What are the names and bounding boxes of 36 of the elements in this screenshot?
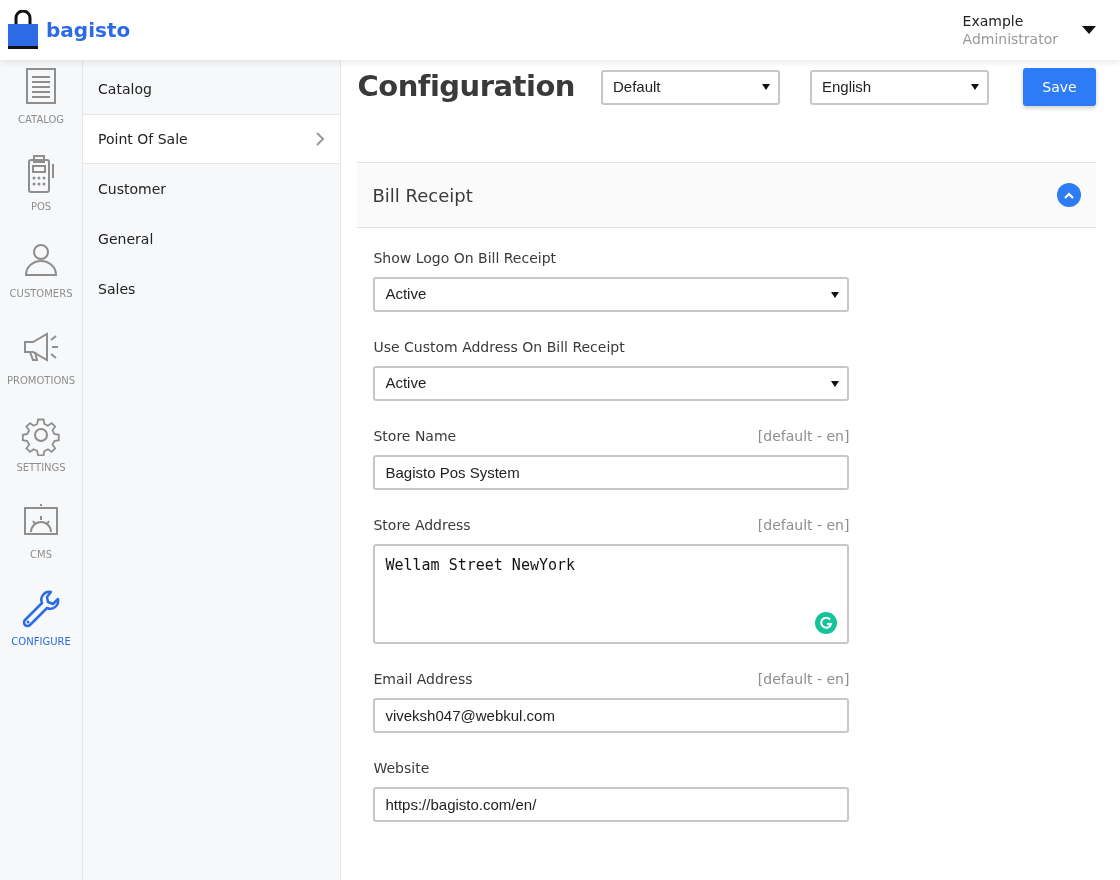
config-menu-item[interactable]: General: [83, 214, 341, 264]
save-button[interactable]: Save: [1023, 68, 1096, 106]
field-label: Store Address: [373, 516, 471, 535]
locale-select[interactable]: English: [810, 69, 989, 105]
shopping-bag-icon: [8, 10, 38, 50]
chevron-right-icon: [315, 131, 326, 147]
input-field[interactable]: viveksh047@webkul.com: [373, 698, 850, 733]
config-menu-item[interactable]: Point Of Sale: [83, 114, 341, 164]
field-label: Website: [373, 759, 430, 778]
page-title: Configuration: [357, 68, 575, 106]
chevron-up-icon: [1064, 191, 1074, 199]
collapse-toggle[interactable]: [1057, 183, 1081, 207]
caret-icon[interactable]: [1082, 26, 1096, 34]
section-header[interactable]: Bill Receipt: [357, 162, 1096, 228]
select-field[interactable]: Active: [373, 277, 850, 312]
input-field[interactable]: Bagisto Pos System: [373, 455, 850, 490]
field-label: Show Logo On Bill Receipt: [373, 249, 557, 268]
input-field[interactable]: https://bagisto.com/en/: [373, 787, 850, 822]
field-label: Store Name: [373, 427, 457, 446]
channel-select[interactable]: Default: [601, 69, 780, 105]
config-menu-item[interactable]: Customer: [83, 164, 341, 214]
user-role: Administrator: [962, 30, 1058, 48]
select-field[interactable]: Active: [373, 366, 850, 401]
user-name: Example: [962, 12, 1025, 30]
scope-label: [default - en]: [757, 516, 850, 535]
section-title: Bill Receipt: [372, 183, 473, 208]
nav-item[interactable]: CONFIGURE: [0, 582, 83, 669]
brand-name: bagisto: [46, 17, 131, 44]
scope-label: [default - en]: [757, 670, 850, 689]
config-menu-item[interactable]: Catalog: [83, 64, 341, 114]
config-menu-item[interactable]: Sales: [83, 264, 341, 314]
field-label: Email Address: [373, 670, 473, 689]
wrench-icon: [21, 588, 62, 630]
field-label: Use Custom Address On Bill Receipt: [373, 338, 625, 357]
text-area[interactable]: Wellam Street NewYork: [373, 544, 850, 644]
scope-label: [default - en]: [757, 427, 850, 446]
